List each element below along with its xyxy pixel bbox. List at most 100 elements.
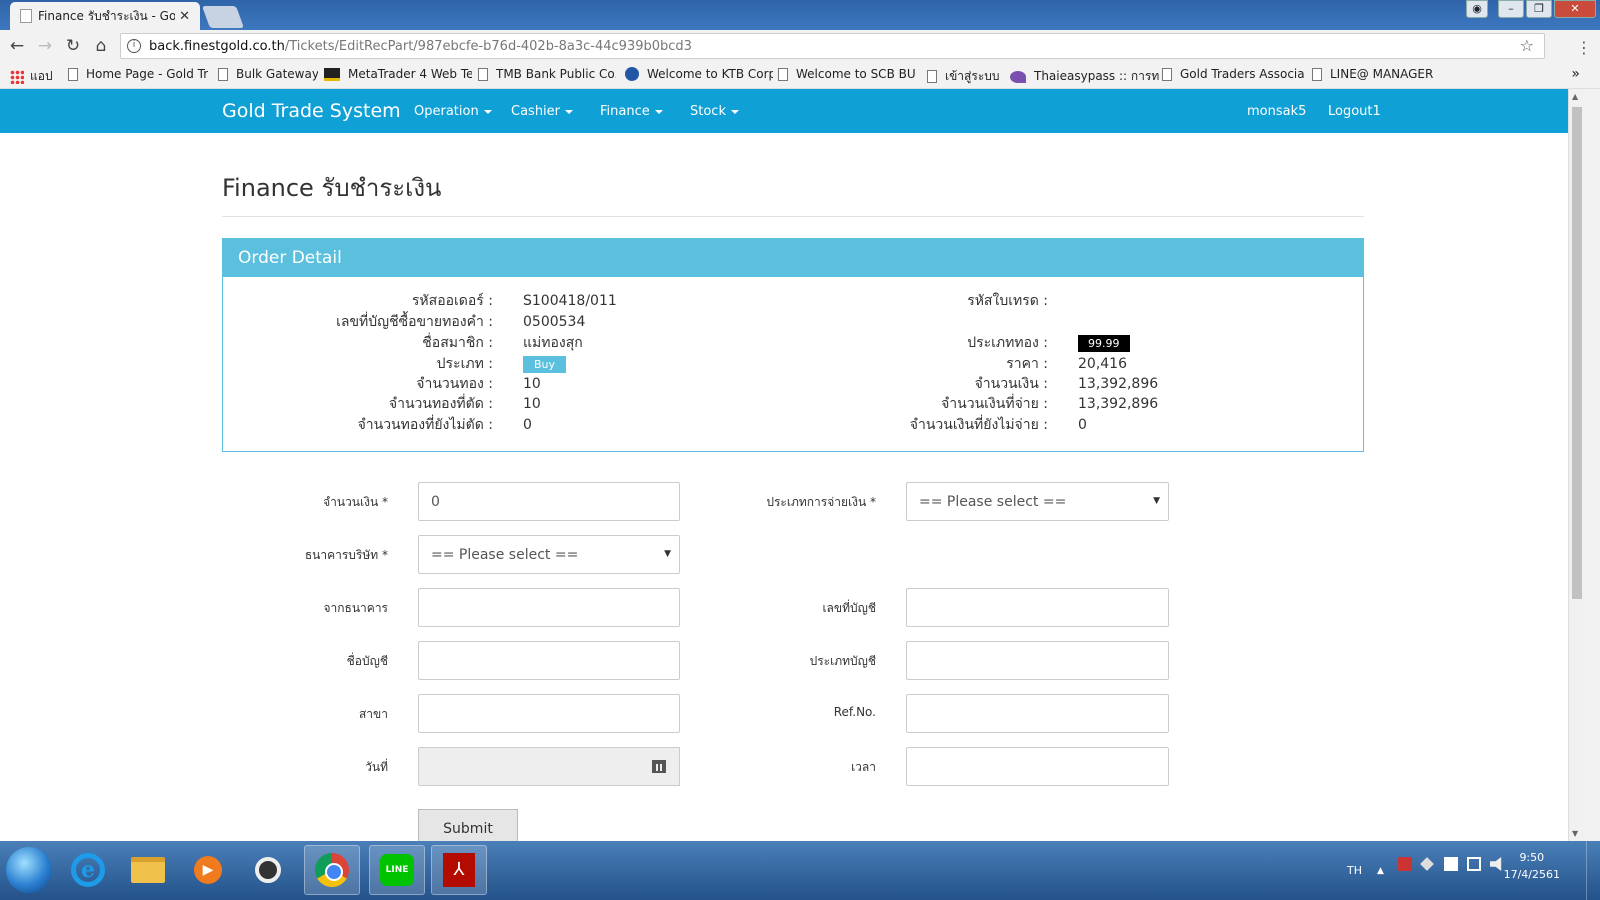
file-explorer-icon[interactable]: [120, 845, 176, 895]
snipping-tool-icon[interactable]: [240, 845, 296, 895]
maximize-button[interactable]: ❐: [1526, 0, 1552, 18]
browser-menu-icon[interactable]: ⋮: [1576, 38, 1592, 57]
action-center-flag-icon[interactable]: [1398, 857, 1412, 871]
home-icon[interactable]: ⌂: [90, 35, 112, 57]
back-arrow-icon[interactable]: ←: [6, 35, 28, 57]
brand-link[interactable]: Gold Trade System: [222, 100, 401, 122]
detail-value: แม่ทองสุก: [523, 335, 583, 351]
site-info-icon[interactable]: i: [127, 39, 141, 53]
bookmark-item[interactable]: เข้าสู่ระบบ: [927, 67, 1005, 86]
bookmark-item[interactable]: Gold Traders Associa: [1162, 67, 1307, 81]
nav-menu-finance[interactable]: Finance: [600, 104, 663, 119]
bookmark-label: MetaTrader 4 Web Te: [348, 67, 472, 81]
account-type-input[interactable]: [906, 641, 1169, 680]
bookmark-item[interactable]: Welcome to SCB BUS: [778, 67, 916, 81]
detail-label: ประเภททอง :: [967, 335, 1048, 351]
system-clock[interactable]: 9:50 17/4/2561: [1504, 849, 1560, 883]
caret-down-icon: [654, 109, 663, 114]
date-input[interactable]: [418, 747, 640, 786]
detail-row: รหัสออเดอร์ : S100418/011: [223, 291, 783, 311]
show-desktop-button[interactable]: [1586, 841, 1600, 900]
submit-button[interactable]: Submit: [418, 809, 518, 841]
amount-label: จำนวนเงิน *: [323, 495, 388, 509]
detail-row: จำนวนเงินที่จ่าย : 13,392,896: [783, 394, 1343, 414]
nav-menu-cashier[interactable]: Cashier: [511, 104, 574, 119]
logout-link[interactable]: Logout1: [1328, 104, 1381, 119]
scroll-up-icon[interactable]: ▲: [1572, 92, 1578, 101]
account-name-input[interactable]: [418, 641, 680, 680]
windows-icon[interactable]: [1444, 857, 1458, 871]
detail-value: 13,392,896: [1078, 376, 1159, 392]
language-indicator[interactable]: TH: [1347, 841, 1362, 900]
reload-icon[interactable]: ↻: [62, 35, 84, 57]
dropbox-icon[interactable]: [1420, 857, 1434, 871]
bookmark-star-icon[interactable]: ☆: [1520, 36, 1534, 55]
chrome-icon[interactable]: [304, 845, 360, 895]
payment-type-label: ประเภทการจ่ายเงิน *: [766, 495, 876, 509]
start-button-icon[interactable]: [6, 847, 52, 893]
bookmark-label: เข้าสู่ระบบ: [945, 69, 1000, 83]
bookmark-item[interactable]: TMB Bank Public Co.: [478, 67, 616, 81]
more-bookmarks-icon[interactable]: »: [1571, 66, 1580, 82]
bookmark-item[interactable]: Thaieasypass :: การท: [1010, 67, 1160, 86]
detail-label: ชื่อสมาชิก :: [422, 335, 493, 351]
bookmark-label: Thaieasypass :: การท: [1034, 69, 1160, 83]
show-hidden-icons-icon[interactable]: ▲: [1377, 841, 1384, 900]
bookmark-label: Welcome to KTB Corp: [647, 67, 773, 81]
window-close-button[interactable]: ✕: [1554, 0, 1596, 18]
address-bar[interactable]: i back.finestgold.co.th /Tickets/EditRec…: [120, 33, 1545, 59]
browser-tab-active[interactable]: Finance รับชำระเงิน - Gold ✕: [10, 2, 200, 30]
detail-value-cell: 0: [523, 415, 532, 435]
detail-label: เลขที่บัญชีซื้อขายทองคำ :: [336, 314, 493, 330]
url-path: /Tickets/EditRecPart/987ebcfe-b76d-402b-…: [284, 38, 692, 54]
account-number-input[interactable]: [906, 588, 1169, 627]
window-controls: ◉ – ❐ ✕: [1466, 0, 1596, 18]
tab-close-icon[interactable]: ✕: [179, 9, 190, 24]
acrobat-icon[interactable]: ⅄: [431, 845, 487, 895]
user-link[interactable]: monsak5: [1247, 104, 1306, 119]
page-icon: [778, 67, 788, 81]
bookmark-item[interactable]: Bulk Gateway: [218, 67, 318, 81]
payment-type-select[interactable]: == Please select == ▼: [906, 482, 1169, 521]
ktb-icon: [625, 67, 639, 81]
company-bank-select[interactable]: == Please select == ▼: [418, 535, 680, 574]
profile-icon[interactable]: ◉: [1466, 0, 1488, 18]
detail-row: จำนวนทองที่ยังไม่ตัด : 0: [223, 415, 783, 435]
bookmark-label: TMB Bank Public Co.: [496, 67, 616, 81]
bookmark-item[interactable]: Welcome to KTB Corp: [625, 67, 773, 81]
window-edge: [1584, 89, 1600, 841]
scrollbar-thumb[interactable]: [1572, 107, 1582, 599]
time-input[interactable]: [906, 747, 1169, 786]
ref-no-input[interactable]: [906, 694, 1169, 733]
bookmark-item[interactable]: แอป: [10, 67, 60, 86]
detail-value: 20,416: [1078, 356, 1127, 372]
bookmark-label: Home Page - Gold Tr: [86, 67, 208, 81]
line-app-icon[interactable]: LINE: [369, 845, 425, 895]
forward-arrow-icon[interactable]: →: [34, 35, 56, 57]
internet-explorer-icon[interactable]: e: [60, 845, 116, 895]
media-player-icon[interactable]: ▶: [180, 845, 236, 895]
nav-menu-operation[interactable]: Operation: [414, 104, 492, 119]
volume-muted-icon[interactable]: [1490, 857, 1502, 871]
from-bank-label: จากธนาคาร: [323, 601, 388, 615]
bookmark-item[interactable]: MetaTrader 4 Web Te: [324, 67, 472, 81]
from-bank-input[interactable]: [418, 588, 680, 627]
apps-icon: [10, 69, 24, 84]
nav-menu-stock[interactable]: Stock: [690, 104, 739, 119]
bookmark-item[interactable]: Home Page - Gold Tr: [68, 67, 208, 81]
bookmark-label: แอป: [30, 69, 53, 83]
browser-tabstrip: Finance รับชำระเงิน - Gold ✕ ◉ – ❐ ✕: [0, 0, 1600, 30]
detail-value-cell: 13,392,896: [1078, 374, 1158, 394]
branch-input[interactable]: [418, 694, 680, 733]
minimize-button[interactable]: –: [1498, 0, 1524, 18]
scroll-down-icon[interactable]: ▼: [1572, 829, 1578, 838]
page-scrollbar[interactable]: ▲ ▼: [1568, 89, 1584, 841]
network-icon[interactable]: [1467, 857, 1481, 871]
new-tab-button[interactable]: [201, 6, 245, 28]
url-host: back.finestgold.co.th: [149, 38, 285, 54]
calendar-button[interactable]: [639, 747, 680, 786]
amount-input[interactable]: 0: [418, 482, 680, 521]
clock-time: 9:50: [1519, 851, 1545, 864]
nav-menu-label: Operation: [414, 104, 479, 119]
bookmark-item[interactable]: LINE@ MANAGER: [1312, 67, 1452, 81]
